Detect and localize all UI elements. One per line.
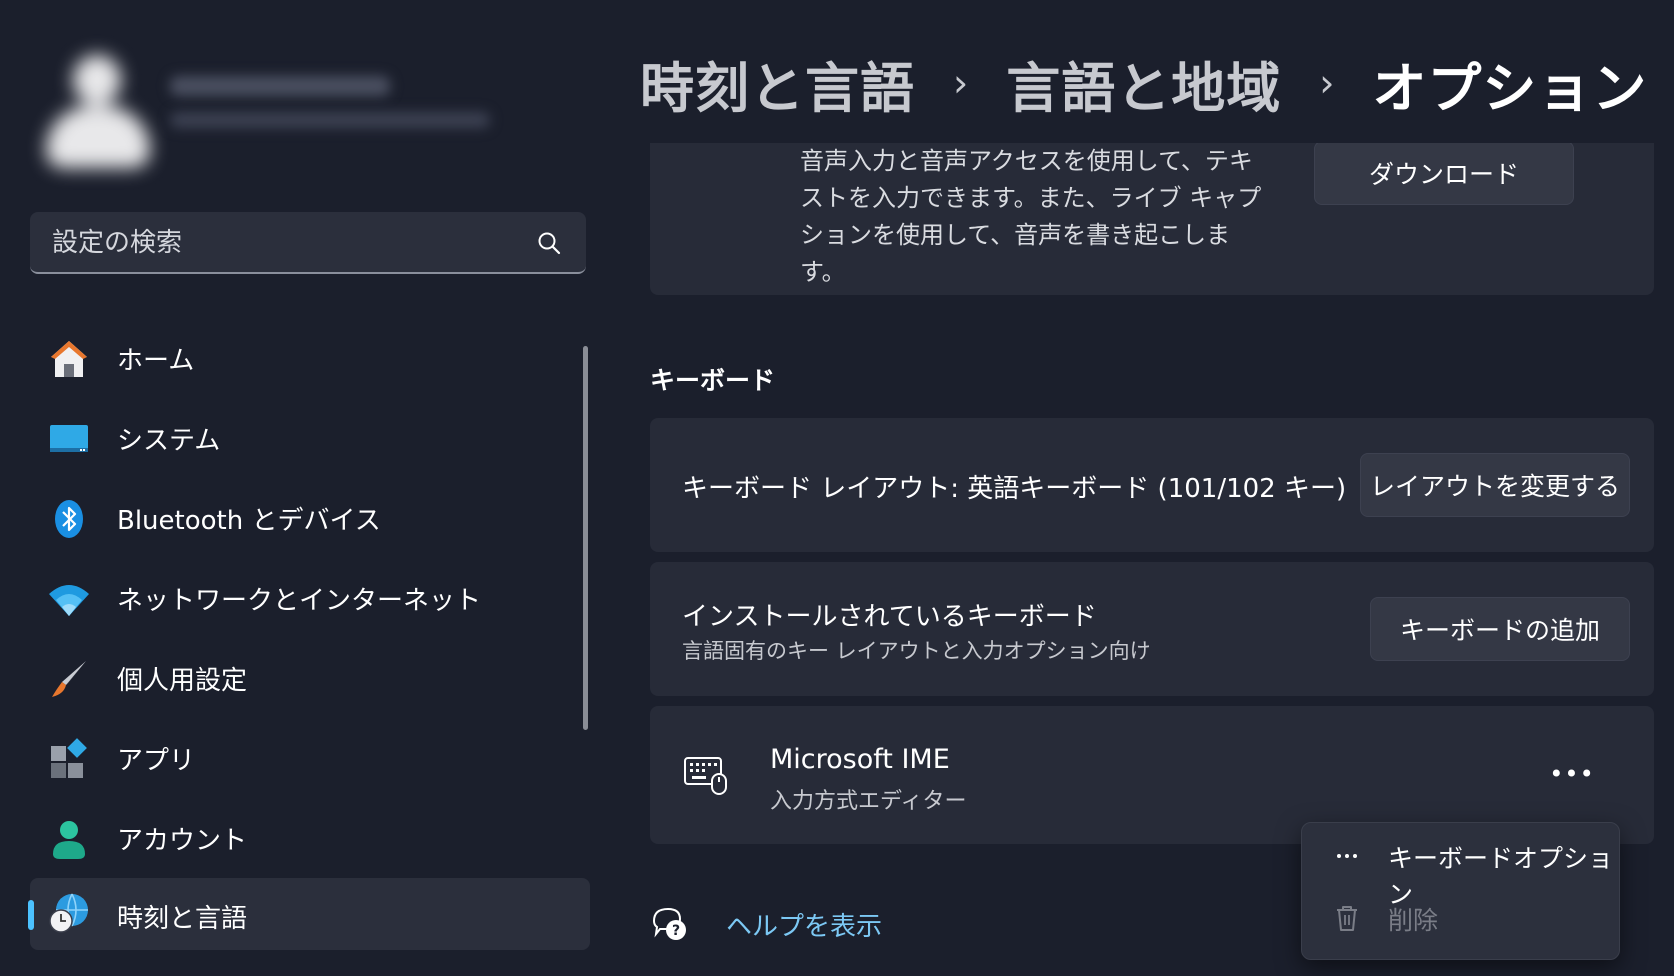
sidebar-nav: ホーム システム Bluetooth とデバイス ネットワークとインターネット … <box>28 318 590 950</box>
sidebar-item-label: ホーム <box>117 346 195 376</box>
sidebar-item-label: 個人用設定 <box>117 666 248 696</box>
sidebar-item-accounts[interactable]: アカウント <box>30 798 590 878</box>
more-options-button[interactable]: ••• <box>1549 754 1594 794</box>
user-profile[interactable] <box>30 40 590 180</box>
chevron-right-icon: › <box>1319 61 1335 105</box>
chevron-right-icon: › <box>953 61 969 105</box>
help-link-label[interactable]: ヘルプを表示 <box>726 906 882 943</box>
sidebar-item-system[interactable]: システム <box>30 398 590 478</box>
ime-name: Microsoft IME <box>770 744 950 775</box>
installed-keyboards-card: インストールされているキーボード 言語固有のキー レイアウトと入力オプション向け… <box>650 562 1654 696</box>
trash-icon <box>1337 906 1357 931</box>
sidebar-item-label: Bluetooth とデバイス <box>117 506 381 536</box>
speech-card: 音声入力と音声アクセスを使用して、テキストを入力できます。また、ライブ キャプシ… <box>650 143 1654 295</box>
search-input[interactable] <box>50 212 534 274</box>
sidebar: ホーム システム Bluetooth とデバイス ネットワークとインターネッ <box>0 0 620 976</box>
installed-keyboards-title: インストールされているキーボード <box>682 602 1097 632</box>
blurred-user-name <box>170 76 390 96</box>
page-title: オプション <box>1372 56 1648 120</box>
settings-search-box[interactable] <box>30 212 586 274</box>
bluetooth-icon <box>55 500 83 538</box>
sidebar-item-home[interactable]: ホーム <box>30 318 590 398</box>
menu-item-delete: 削除 <box>1302 887 1619 949</box>
menu-item-label: 削除 <box>1388 906 1439 935</box>
active-indicator <box>28 900 34 930</box>
breadcrumb-time-language[interactable]: 時刻と言語 <box>640 44 915 123</box>
ime-description: 入力方式エディター <box>770 789 967 814</box>
sidebar-item-label: 時刻と言語 <box>117 904 248 934</box>
sidebar-item-network[interactable]: ネットワークとインターネット <box>30 558 590 638</box>
search-icon[interactable] <box>536 230 562 256</box>
home-icon <box>51 341 87 377</box>
speech-description: 音声入力と音声アクセスを使用して、テキストを入力できます。また、ライブ キャプシ… <box>800 147 1262 286</box>
blurred-user-email <box>170 112 490 128</box>
person-icon <box>53 821 85 859</box>
help-chat-icon: ? <box>652 907 686 940</box>
keyboard-icon <box>684 757 727 795</box>
sidebar-item-label: アカウント <box>117 826 248 856</box>
avatar <box>38 50 158 170</box>
sidebar-item-label: アプリ <box>117 746 196 776</box>
help-link[interactable]: ? ヘルプを表示 <box>650 898 882 948</box>
installed-keyboards-subtitle: 言語固有のキー レイアウトと入力オプション向け <box>682 639 1151 663</box>
keyboard-layout-text: キーボード レイアウト: 英語キーボード (101/102 キー) <box>682 474 1347 504</box>
sidebar-item-label: ネットワークとインターネット <box>117 586 482 616</box>
ime-context-menu: キーボードオプション 削除 <box>1301 822 1620 960</box>
menu-item-keyboard-options[interactable]: キーボードオプション <box>1302 825 1619 909</box>
breadcrumb-language-region[interactable]: 言語と地域 <box>1006 44 1281 123</box>
wifi-icon <box>49 585 89 616</box>
change-layout-button[interactable]: レイアウトを変更する <box>1360 453 1630 517</box>
apps-icon <box>51 738 87 778</box>
keyboard-layout-card: キーボード レイアウト: 英語キーボード (101/102 キー) レイアウトを… <box>650 418 1654 552</box>
add-keyboard-button[interactable]: キーボードの追加 <box>1370 597 1630 661</box>
sidebar-item-personalization[interactable]: 個人用設定 <box>30 638 590 718</box>
monitor-icon <box>50 425 88 452</box>
svg-text:?: ? <box>672 923 680 939</box>
download-button[interactable]: ダウンロード <box>1314 143 1574 205</box>
sidebar-scrollbar[interactable] <box>583 346 588 730</box>
sidebar-item-bluetooth[interactable]: Bluetooth とデバイス <box>30 478 590 558</box>
globe-clock-icon <box>49 893 88 933</box>
more-icon <box>1337 854 1357 858</box>
sidebar-item-time-language[interactable]: 時刻と言語 <box>28 878 590 950</box>
paintbrush-icon <box>52 661 86 697</box>
sidebar-item-label: システム <box>117 426 221 456</box>
sidebar-item-apps[interactable]: アプリ <box>30 718 590 798</box>
breadcrumb: 時刻と言語 › 言語と地域 › オプション <box>640 38 1647 128</box>
section-title-keyboard: キーボード <box>650 366 776 395</box>
